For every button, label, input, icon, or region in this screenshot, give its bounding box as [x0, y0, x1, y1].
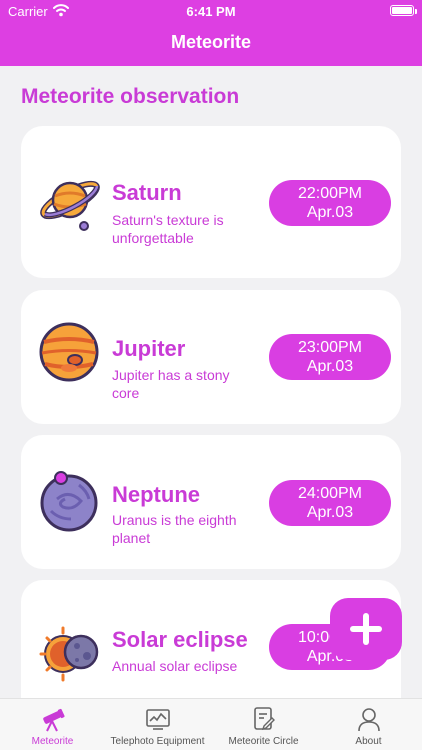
tab-label: Telephoto Equipment	[110, 736, 205, 747]
badge-time: 23:00PM	[297, 339, 363, 356]
tab-label: Meteorite Circle	[228, 736, 299, 747]
status-bar: Carrier 6:41 PM	[0, 0, 422, 22]
card-description: Jupiter has a stony core	[112, 367, 230, 401]
badge-time: 22:00PM	[297, 185, 363, 202]
card-description: Saturn's texture is unforgettable	[112, 212, 224, 246]
tab-label: Meteorite	[31, 736, 74, 747]
card-description: Annual solar eclipse	[112, 658, 238, 674]
edit-note-icon	[254, 707, 275, 731]
nav-title: Meteorite	[170, 32, 251, 52]
time-badge[interactable]: 23:00PM Apr.03	[269, 334, 391, 380]
observation-card[interactable]: Jupiter Jupiter has a stony core 23:00PM…	[21, 290, 401, 424]
badge-date: Apr.03	[306, 504, 354, 521]
add-observation-button[interactable]	[330, 598, 402, 660]
battery-tip	[415, 9, 417, 14]
badge-date: Apr.03	[306, 358, 354, 375]
plus-icon	[363, 613, 369, 645]
card-title: Saturn	[112, 180, 182, 205]
tab-meteorite[interactable]: Meteorite	[0, 699, 105, 750]
saturn-icon	[40, 180, 100, 231]
telescope-icon	[43, 708, 65, 732]
badge-date: Apr.03	[306, 204, 354, 221]
status-time: 6:41 PM	[186, 4, 236, 19]
observation-card[interactable]: Saturn Saturn's texture is unforgettable…	[21, 126, 401, 278]
observation-card[interactable]: Neptune Uranus is the eighth planet 24:0…	[21, 435, 401, 569]
neptune-icon	[40, 471, 98, 532]
battery-icon	[390, 5, 414, 16]
card-title: Jupiter	[112, 336, 186, 361]
jupiter-icon	[39, 322, 99, 382]
tab-label: About	[355, 736, 382, 747]
nav-header: Carrier 6:41 PM Meteorite	[0, 0, 422, 66]
monitor-icon	[146, 709, 170, 730]
tab-meteorite-circle[interactable]: Meteorite Circle	[211, 699, 316, 750]
solar-eclipse-icon	[39, 626, 99, 682]
card-description: Uranus is the eighth planet	[112, 512, 237, 546]
badge-time: 24:00PM	[297, 485, 363, 502]
tab-bar: Meteorite Telephoto Equipment Meteorite …	[0, 698, 422, 750]
card-title: Neptune	[112, 482, 200, 507]
tab-telephoto-equipment[interactable]: Telephoto Equipment	[105, 699, 210, 750]
section-title: Meteorite observation	[21, 85, 240, 108]
card-title: Solar eclipse	[112, 627, 248, 652]
person-icon	[358, 708, 380, 732]
time-badge[interactable]: 24:00PM Apr.03	[269, 480, 391, 526]
time-badge[interactable]: 22:00PM Apr.03	[269, 180, 391, 226]
tab-about[interactable]: About	[316, 699, 421, 750]
